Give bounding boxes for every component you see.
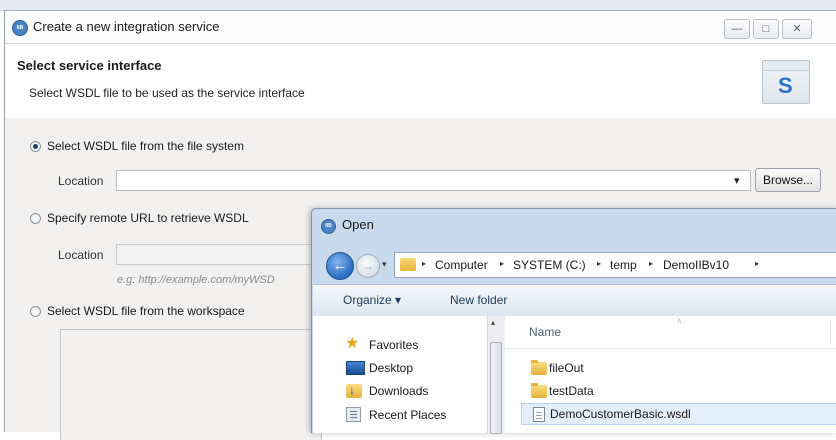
nav-item-label: Recent Places [369,408,447,422]
service-logo-icon: S [762,60,810,104]
breadcrumb-separator-icon[interactable]: ▸ [597,259,601,268]
organize-menu[interactable]: Organize ▾ [343,293,401,307]
list-item-file-selected[interactable]: DemoCustomerBasic.wsdl [521,403,836,425]
workspace-tree[interactable] [60,329,322,440]
breadcrumb-drive[interactable]: SYSTEM (C:) [513,258,586,272]
downloads-icon [346,383,362,398]
breadcrumb-demo-folder[interactable]: DemoIIBv10 [663,258,729,272]
address-bar[interactable]: ▸ Computer ▸ SYSTEM (C:) ▸ temp ▸ DemoII… [394,252,836,278]
location-dropdown-icon[interactable]: ▾ [734,174,740,187]
nav-item-label: Favorites [369,338,419,352]
nav-item-desktop[interactable]: Desktop [313,357,487,379]
workspace-radio[interactable] [30,306,41,317]
breadcrumb-separator-icon[interactable]: ▸ [422,259,426,268]
wizard-titlebar: IIB Create a new integration service — □… [5,10,836,43]
open-dialog: IIB Open ← → ▾ ▸ Computer ▸ SYSTEM (C:) … [311,208,836,434]
file-system-option-label[interactable]: Select WSDL file from the file system [47,139,244,153]
nav-item-favorites[interactable]: ★ Favorites [313,334,487,356]
workspace-option-label[interactable]: Select WSDL file from the workspace [47,304,245,318]
column-header-row: Name ˄ [505,316,836,349]
navigation-pane: ★ Favorites Desktop Downloads Recent Pla… [313,316,487,433]
wizard-header: Select service interface Select WSDL fil… [5,43,836,119]
wizard-title: Create a new integration service [33,19,220,34]
desktop-icon [346,361,365,375]
dialog-toolbar: Organize ▾ New folder [313,284,836,317]
list-item-folder[interactable]: fileOut [521,358,836,378]
new-folder-button[interactable]: New folder [450,293,507,307]
breadcrumb-computer[interactable]: Computer [435,258,488,272]
browse-button[interactable]: Browse... [755,168,821,192]
breadcrumb-separator-icon[interactable]: ▸ [649,259,653,268]
file-list: Name ˄ fileOut testData DemoCustomerBasi… [505,316,836,433]
folder-icon [531,383,547,398]
location-label: Location [58,174,104,188]
breadcrumb-separator-icon[interactable]: ▸ [755,259,759,268]
column-divider[interactable] [830,320,831,344]
nav-item-label: Downloads [369,384,429,398]
remote-url-option-label[interactable]: Specify remote URL to retrieve WSDL [47,211,249,225]
star-icon: ★ [345,335,360,352]
nav-item-downloads[interactable]: Downloads [313,380,487,402]
sort-caret-icon: ˄ [677,317,682,326]
nav-item-label: Desktop [369,361,414,375]
scrollbar-thumb[interactable] [490,342,502,434]
remote-url-hint: e.g: http://example.com/myWSD [117,274,275,286]
remote-url-radio[interactable] [30,213,41,224]
column-header-name[interactable]: Name [529,325,561,339]
back-arrow-icon[interactable]: ← [326,252,354,280]
breadcrumb-separator-icon[interactable]: ▸ [500,259,504,268]
file-name: testData [549,384,594,398]
logo-letter: S [778,73,793,98]
scroll-up-icon[interactable]: ▴ [491,318,495,327]
history-dropdown-icon[interactable]: ▾ [382,259,387,270]
open-dialog-app-icon: IIB [321,219,336,234]
folder-icon [400,258,416,271]
nav-scrollbar[interactable]: ▴ [487,316,505,434]
page-subtitle: Select WSDL file to be used as the servi… [29,86,305,100]
nav-item-recent-places[interactable]: Recent Places [313,404,487,426]
minimize-button[interactable]: — [724,19,750,39]
file-system-radio[interactable] [30,141,41,152]
file-name: DemoCustomerBasic.wsdl [550,407,691,421]
close-button[interactable]: ✕ [782,19,812,39]
breadcrumb-temp[interactable]: temp [610,258,637,272]
file-name: fileOut [549,361,584,375]
folder-icon [531,360,547,375]
page-title: Select service interface [17,58,162,73]
wsdl-file-icon [533,407,545,422]
list-item-folder[interactable]: testData [521,381,836,401]
app-icon: IIB [12,20,28,36]
open-dialog-title: Open [342,217,374,232]
maximize-button[interactable]: □ [753,19,779,39]
remote-location-label: Location [58,248,104,262]
forward-arrow-icon[interactable]: → [356,254,380,278]
remote-location-input[interactable] [116,244,316,265]
recent-places-icon [346,407,361,422]
location-input[interactable]: ▾ [116,170,751,191]
